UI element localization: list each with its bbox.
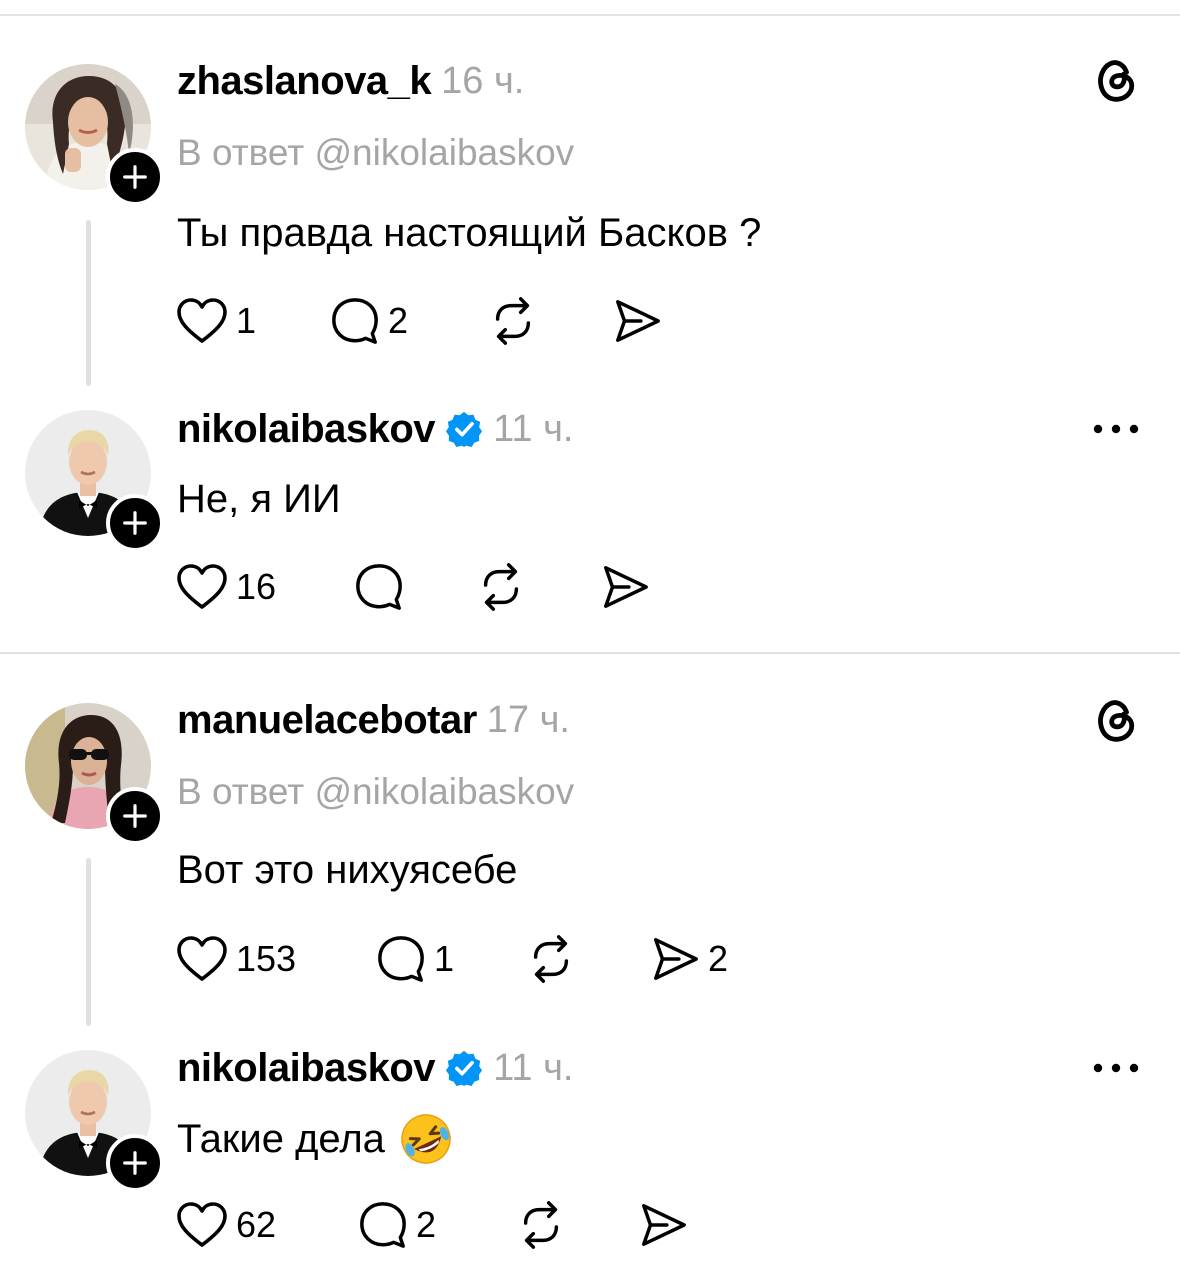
share-button[interactable] [600, 562, 650, 612]
like-button[interactable]: 62 [176, 1200, 276, 1250]
share-button[interactable] [612, 296, 662, 346]
reply-to-label[interactable]: В ответ @nikolaibaskov [177, 132, 574, 174]
reply-button[interactable]: 2 [330, 296, 408, 346]
like-count: 1 [236, 300, 257, 341]
reply-count: 2 [388, 300, 409, 341]
more-options-icon [1092, 423, 1140, 435]
post-text: Ты правда настоящий Басков ? [177, 208, 761, 258]
heart-icon [176, 563, 228, 611]
post-text: Не, я ИИ [177, 474, 341, 524]
repost-button[interactable] [476, 562, 526, 612]
repost-button[interactable] [526, 934, 576, 984]
timestamp[interactable]: 16 ч. [441, 60, 524, 103]
more-options-button[interactable] [1092, 422, 1140, 440]
username[interactable]: zhaslanova_k [177, 59, 432, 104]
heart-icon [176, 297, 228, 345]
post-text-content: Вот это нихуясебе [177, 847, 518, 892]
like-count: 153 [236, 938, 297, 979]
post-header: manuelacebotar 17 ч. [177, 695, 570, 745]
repost-button[interactable] [488, 296, 538, 346]
heart-icon [176, 935, 228, 983]
send-icon [612, 296, 662, 346]
post-text-content: Не, я ИИ [177, 476, 341, 521]
timestamp[interactable]: 11 ч. [493, 1047, 573, 1090]
plus-icon [121, 802, 149, 830]
more-options-button[interactable] [1092, 1061, 1140, 1079]
post-header: nikolaibaskov 11 ч. [177, 404, 573, 454]
follow-button[interactable] [106, 494, 164, 552]
thread-connector-line [86, 220, 91, 386]
follow-button[interactable] [106, 787, 164, 845]
username[interactable]: nikolaibaskov [177, 407, 436, 452]
share-button[interactable] [638, 1200, 688, 1250]
post-text: Такие дела [177, 1112, 453, 1166]
post-header: nikolaibaskov 11 ч. [177, 1043, 573, 1093]
comment-icon [330, 296, 380, 346]
top-divider [0, 14, 1180, 16]
threads-logo-button[interactable] [1092, 56, 1140, 109]
reply-to-label[interactable]: В ответ @nikolaibaskov [177, 771, 574, 813]
like-count: 62 [236, 1204, 277, 1245]
verified-badge-icon [445, 1049, 483, 1087]
username[interactable]: manuelacebotar [177, 698, 477, 743]
repost-icon [526, 934, 576, 984]
rolling-on-floor-laughing-emoji [401, 1114, 451, 1164]
plus-icon [121, 163, 149, 191]
thread-connector-line [86, 858, 91, 1026]
thread-divider [0, 652, 1180, 654]
plus-icon [121, 509, 149, 537]
threads-logo-button[interactable] [1092, 696, 1140, 749]
follow-button[interactable] [106, 148, 164, 206]
more-options-icon [1092, 1062, 1140, 1074]
repost-icon [476, 562, 526, 612]
share-button[interactable]: 2 [650, 934, 728, 984]
reply-count: 2 [416, 1204, 437, 1245]
post-header: zhaslanova_k 16 ч. [177, 56, 524, 106]
like-button[interactable]: 1 [176, 296, 256, 346]
reply-count: 1 [434, 938, 455, 979]
reply-button[interactable]: 1 [376, 934, 454, 984]
timestamp[interactable]: 17 ч. [487, 699, 570, 742]
comment-icon [354, 562, 404, 612]
like-button[interactable]: 16 [176, 562, 276, 612]
comment-icon [376, 934, 426, 984]
post-text: Вот это нихуясебе [177, 845, 517, 895]
post-text-content: Ты правда настоящий Басков ? [177, 210, 762, 255]
reply-button[interactable]: 2 [358, 1200, 436, 1250]
post-text-content: Такие дела [177, 1116, 385, 1161]
username[interactable]: nikolaibaskov [177, 1046, 436, 1091]
send-icon [650, 934, 700, 984]
reply-button[interactable] [354, 562, 404, 612]
verified-badge-icon [445, 410, 483, 448]
share-count: 2 [708, 938, 729, 979]
repost-button[interactable] [516, 1200, 566, 1250]
plus-icon [121, 1149, 149, 1177]
comment-icon [358, 1200, 408, 1250]
repost-icon [516, 1200, 566, 1250]
timestamp[interactable]: 11 ч. [493, 408, 573, 451]
follow-button[interactable] [106, 1134, 164, 1192]
heart-icon [176, 1201, 228, 1249]
send-icon [600, 562, 650, 612]
like-button[interactable]: 153 [176, 934, 296, 984]
threads-logo-icon [1092, 56, 1140, 104]
threads-logo-icon [1092, 696, 1140, 744]
like-count: 16 [236, 566, 277, 607]
repost-icon [488, 296, 538, 346]
send-icon [638, 1200, 688, 1250]
